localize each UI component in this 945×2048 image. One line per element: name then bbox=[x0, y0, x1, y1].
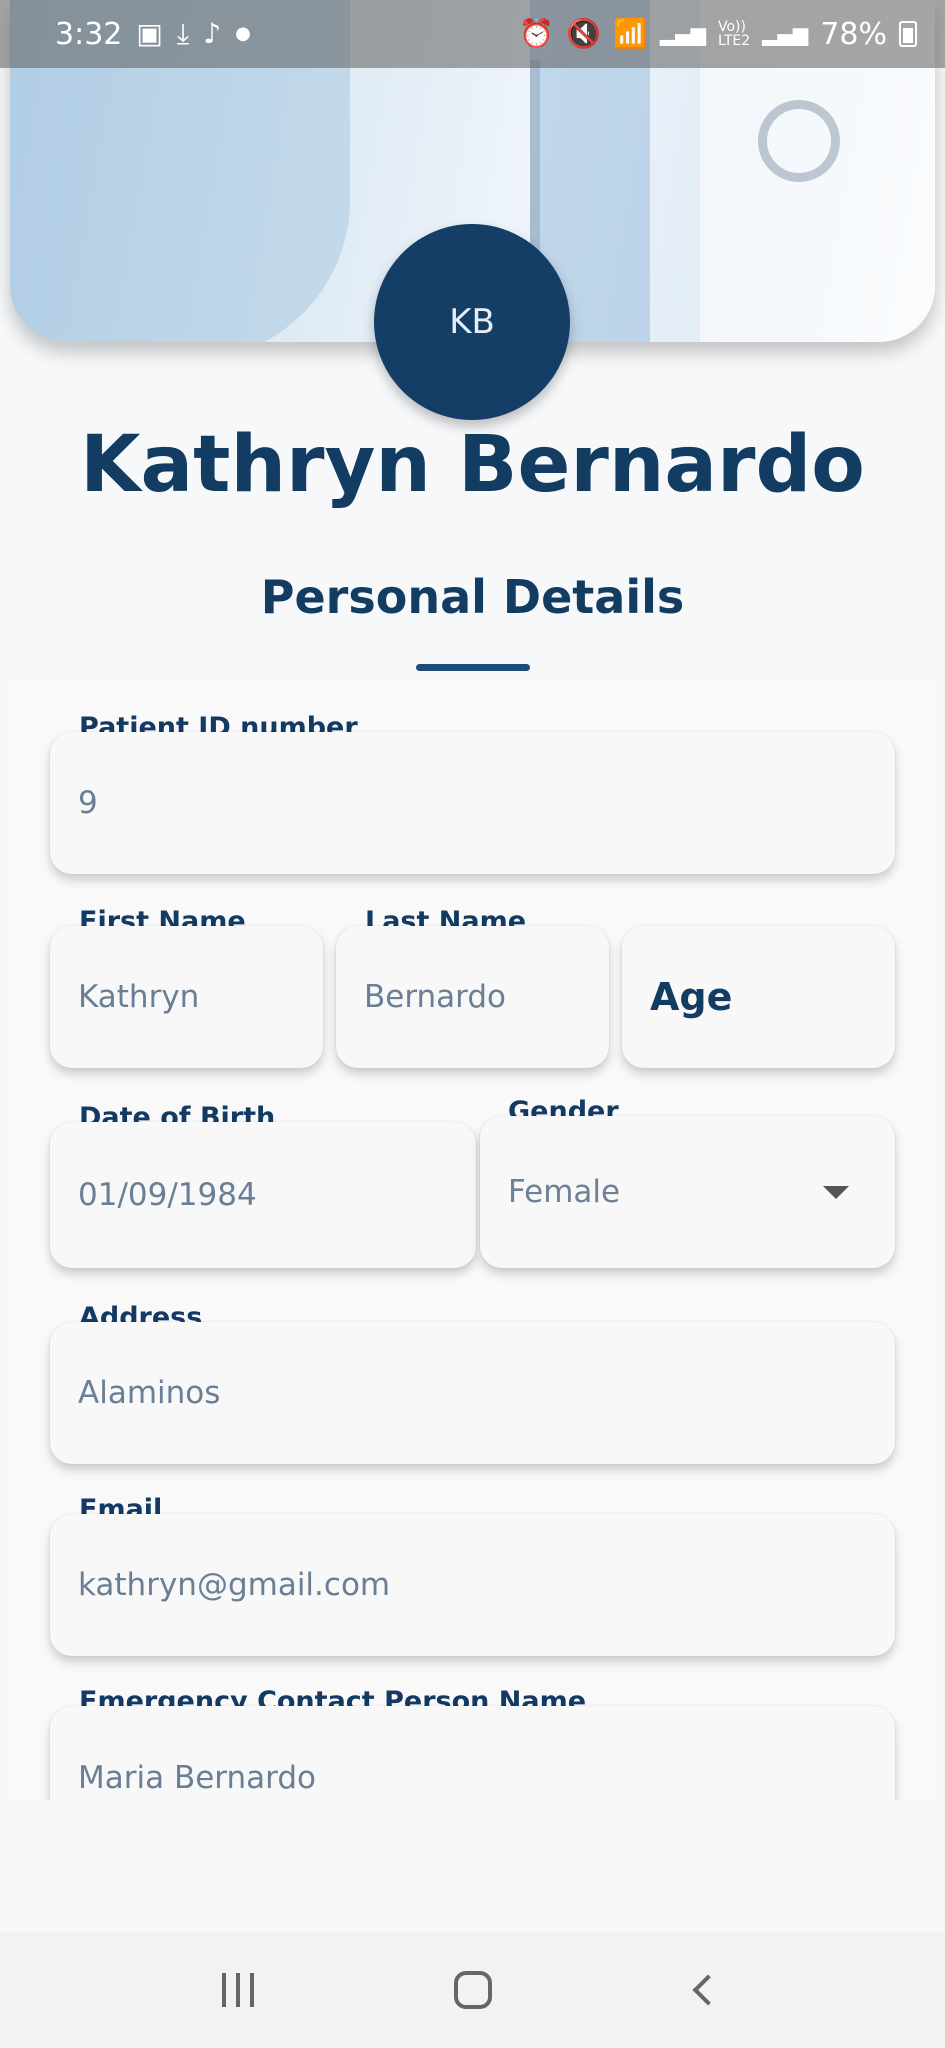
system-nav-bar bbox=[0, 1932, 945, 2048]
wifi-icon: 📶 bbox=[612, 17, 648, 50]
back-icon bbox=[691, 1974, 724, 2006]
personal-details-form: Patient ID number 9 First Name Kathryn L… bbox=[10, 680, 935, 1800]
first-name-value: Kathryn bbox=[78, 979, 200, 1015]
dropdown-arrow-icon bbox=[823, 1186, 849, 1199]
last-name-value: Bernardo bbox=[364, 979, 507, 1015]
dot-icon: ● bbox=[235, 23, 251, 44]
age-field[interactable]: Age bbox=[622, 926, 895, 1068]
emergency-name-value: Maria Bernardo bbox=[78, 1760, 316, 1796]
recent-apps-icon bbox=[221, 1973, 254, 2007]
address-field[interactable]: Alaminos bbox=[50, 1322, 895, 1464]
emergency-name-field[interactable]: Maria Bernardo bbox=[50, 1706, 895, 1800]
email-value: kathryn@gmail.com bbox=[78, 1567, 391, 1603]
avatar-initials: KB bbox=[449, 302, 495, 342]
first-name-field[interactable]: Kathryn bbox=[50, 926, 323, 1068]
gender-value: Female bbox=[508, 1174, 621, 1210]
download-icon: ⤓ bbox=[176, 17, 190, 50]
stethoscope-icon bbox=[758, 100, 840, 182]
avatar: KB bbox=[374, 224, 570, 420]
signal2-icon: ▂▄▆ bbox=[762, 22, 809, 46]
gallery-icon: ▣ bbox=[136, 17, 163, 50]
status-left: 3:32 ▣ ⤓ ♪ ● bbox=[55, 17, 251, 52]
signal-icon: ▂▄▆ bbox=[659, 22, 706, 46]
volte-icon: Vo)) LTE2 bbox=[717, 19, 751, 49]
status-bar: 3:32 ▣ ⤓ ♪ ● ⏰ 🔇 📶 ▂▄▆ Vo)) LTE2 ▂▄▆ 78% bbox=[0, 0, 945, 68]
gender-select[interactable]: Female bbox=[480, 1116, 895, 1268]
patient-name: Kathryn Bernardo bbox=[80, 420, 865, 510]
mute-icon: 🔇 bbox=[566, 17, 601, 50]
battery-percent: 78% bbox=[820, 16, 887, 52]
status-time: 3:32 bbox=[55, 16, 123, 52]
back-button[interactable] bbox=[668, 1960, 748, 2020]
section-title: Personal Details bbox=[260, 570, 685, 624]
patient-id-value: 9 bbox=[78, 785, 98, 821]
status-right: ⏰ 🔇 📶 ▂▄▆ Vo)) LTE2 ▂▄▆ 78% bbox=[519, 17, 917, 52]
last-name-field[interactable]: Bernardo bbox=[336, 926, 609, 1068]
home-button[interactable] bbox=[433, 1960, 513, 2020]
dob-field[interactable]: 01/09/1984 bbox=[50, 1122, 476, 1268]
age-value: Age bbox=[650, 975, 733, 1019]
tiktok-icon: ♪ bbox=[203, 17, 222, 50]
email-field[interactable]: kathryn@gmail.com bbox=[50, 1514, 895, 1656]
section-underline bbox=[416, 664, 530, 671]
recent-apps-button[interactable] bbox=[198, 1960, 278, 2020]
home-icon bbox=[453, 1971, 492, 2009]
dob-value: 01/09/1984 bbox=[78, 1177, 257, 1213]
patient-id-field[interactable]: 9 bbox=[50, 732, 895, 874]
address-value: Alaminos bbox=[78, 1375, 221, 1411]
alarm-icon: ⏰ bbox=[519, 17, 555, 50]
battery-icon bbox=[899, 21, 917, 47]
